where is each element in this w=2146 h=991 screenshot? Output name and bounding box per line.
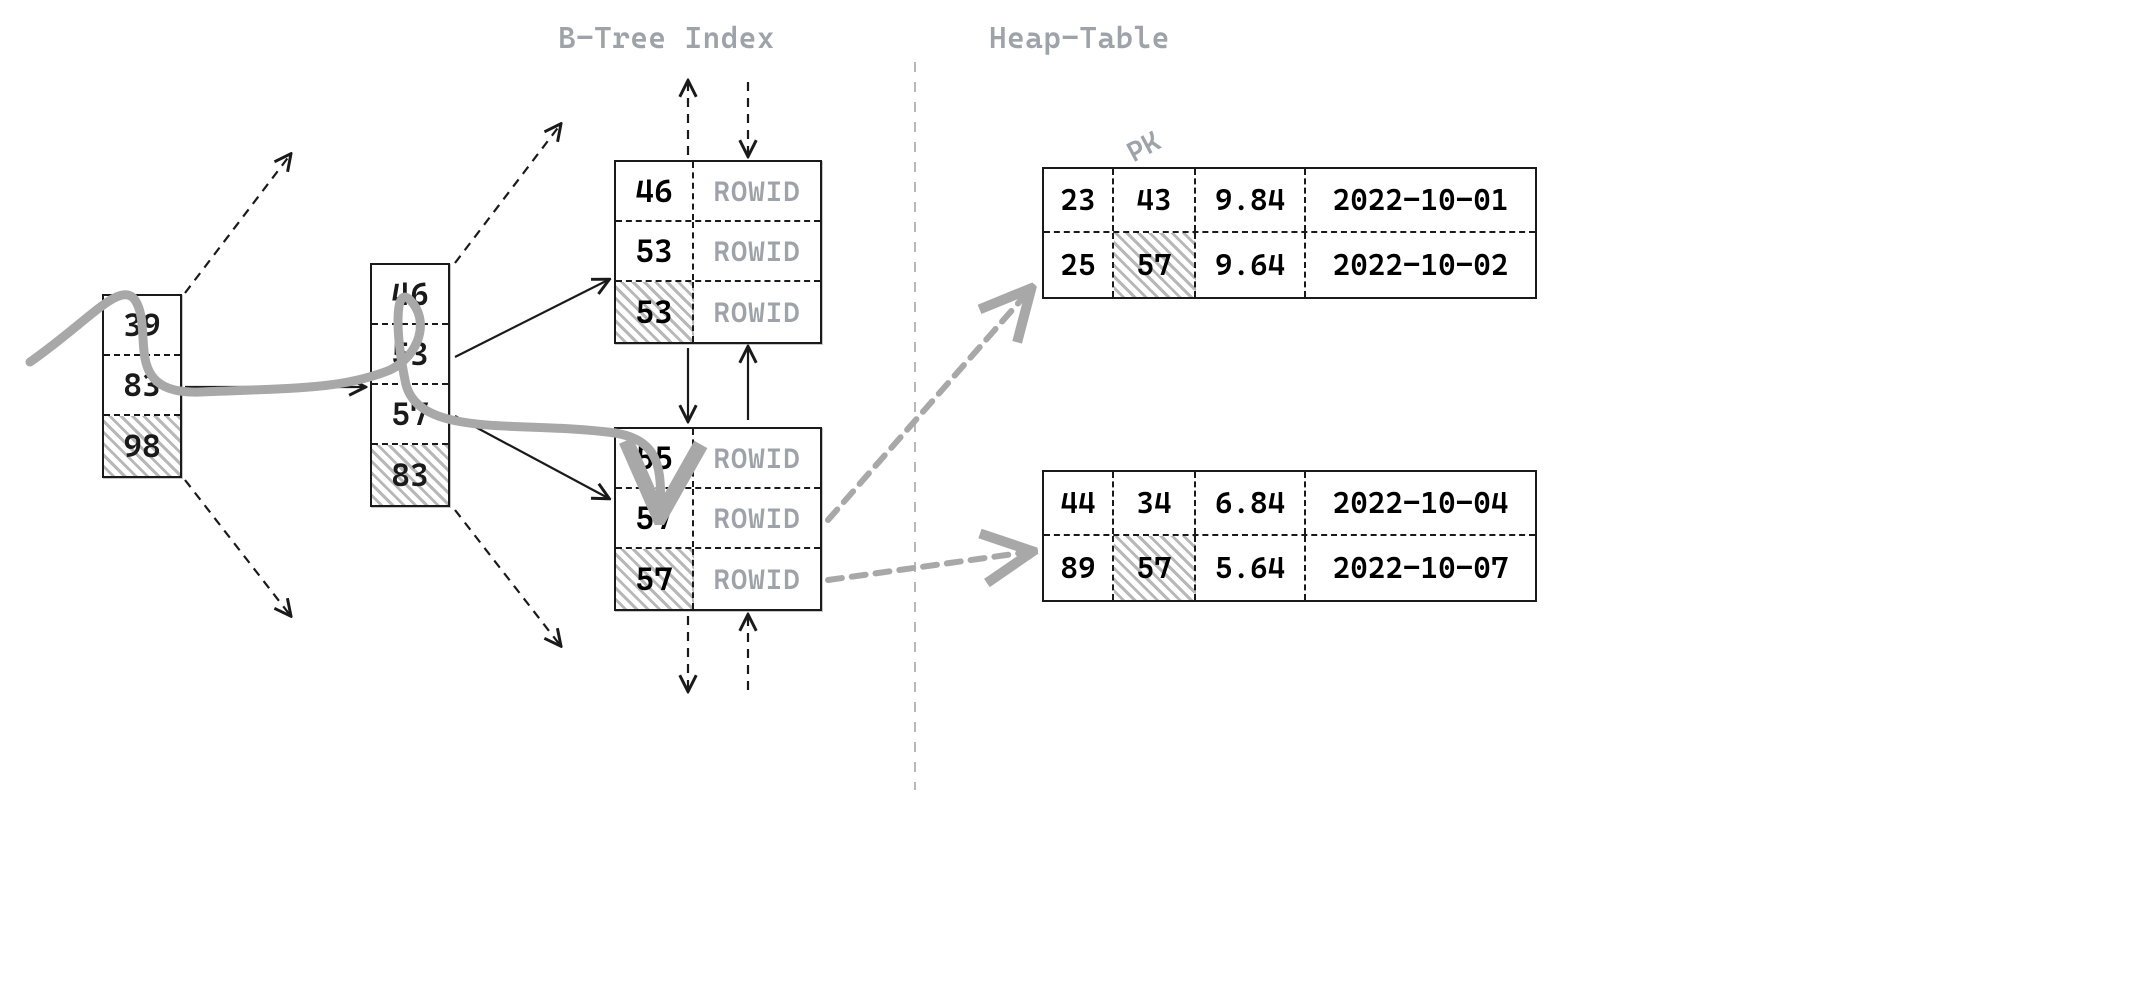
leaf-lower-row-1: 57 ROWID (616, 489, 820, 549)
rowid-pointer-icon (828, 552, 1028, 580)
root-cell-1: 83 (104, 356, 180, 416)
btree-leaf-upper: 46 ROWID 53 ROWID 53 ROWID (614, 160, 822, 344)
rowid-pointer-icon (828, 292, 1028, 520)
heap-title: Heap-Table (989, 21, 1170, 56)
leaf-lower-row-0: 55 ROWID (616, 429, 820, 489)
heap-upper-r1-c2: 9.64 (1196, 233, 1306, 297)
leaf-upper-key-1: 53 (616, 222, 694, 280)
heap-upper-r1-c3: 2022-10-02 (1306, 233, 1535, 297)
leaf-lower-row-2: 57 ROWID (616, 549, 820, 609)
btree-leaf-lower: 55 ROWID 57 ROWID 57 ROWID (614, 427, 822, 611)
arrow-icon (455, 280, 608, 357)
heap-lower-r0-c1: 34 (1114, 472, 1196, 534)
btree-branch-node: 46 53 57 83 (370, 263, 450, 507)
heap-upper-r1-c1: 57 (1114, 233, 1196, 297)
branch-cell-2: 57 (372, 385, 448, 445)
diagram-stage: B-Tree Index Heap-Table PK 39 83 98 46 5… (0, 0, 2146, 991)
heap-block-lower: 44 34 6.84 2022-10-04 89 57 5.64 2022-10… (1042, 470, 1537, 602)
heap-lower-r0-c2: 6.84 (1196, 472, 1306, 534)
arrow-icon (455, 416, 608, 498)
heap-lower-r1-c3: 2022-10-07 (1306, 536, 1535, 600)
heap-upper-r1-c0: 25 (1044, 233, 1114, 297)
leaf-lower-rid-2: ROWID (694, 549, 820, 609)
heap-upper-r0-c1: 43 (1114, 169, 1196, 231)
root-cell-2: 98 (104, 416, 180, 476)
heap-upper-row-0: 23 43 9.84 2022-10-01 (1044, 169, 1535, 233)
pk-label: PK (1121, 124, 1165, 169)
leaf-upper-row-2: 53 ROWID (616, 282, 820, 342)
leaf-lower-key-1: 57 (616, 489, 694, 547)
btree-title: B-Tree Index (558, 21, 775, 56)
heap-upper-r0-c2: 9.84 (1196, 169, 1306, 231)
leaf-lower-rid-0: ROWID (694, 429, 820, 487)
branch-cell-3: 83 (372, 445, 448, 505)
leaf-upper-row-1: 53 ROWID (616, 222, 820, 282)
heap-upper-r0-c3: 2022-10-01 (1306, 169, 1535, 231)
heap-lower-r1-c0: 89 (1044, 536, 1114, 600)
arrow-icon (185, 480, 290, 615)
heap-lower-r0-c0: 44 (1044, 472, 1114, 534)
arrow-icon (455, 510, 560, 645)
heap-lower-r1-c1: 57 (1114, 536, 1196, 600)
leaf-upper-rid-2: ROWID (694, 282, 820, 342)
heap-lower-row-0: 44 34 6.84 2022-10-04 (1044, 472, 1535, 536)
heap-block-upper: 23 43 9.84 2022-10-01 25 57 9.64 2022-10… (1042, 167, 1537, 299)
leaf-lower-key-0: 55 (616, 429, 694, 487)
branch-cell-0: 46 (372, 265, 448, 325)
heap-upper-row-1: 25 57 9.64 2022-10-02 (1044, 233, 1535, 297)
leaf-lower-key-2: 57 (616, 549, 694, 609)
heap-lower-r0-c3: 2022-10-04 (1306, 472, 1535, 534)
leaf-upper-rid-1: ROWID (694, 222, 820, 280)
heap-lower-row-1: 89 57 5.64 2022-10-07 (1044, 536, 1535, 600)
leaf-upper-rid-0: ROWID (694, 162, 820, 220)
leaf-upper-key-0: 46 (616, 162, 694, 220)
root-cell-0: 39 (104, 296, 180, 356)
leaf-upper-row-0: 46 ROWID (616, 162, 820, 222)
arrow-icon (185, 155, 290, 293)
leaf-upper-key-2: 53 (616, 282, 694, 342)
branch-cell-1: 53 (372, 325, 448, 385)
heap-lower-r1-c2: 5.64 (1196, 536, 1306, 600)
btree-root-node: 39 83 98 (102, 294, 182, 478)
arrow-icon (455, 125, 560, 263)
heap-upper-r0-c0: 23 (1044, 169, 1114, 231)
leaf-lower-rid-1: ROWID (694, 489, 820, 547)
